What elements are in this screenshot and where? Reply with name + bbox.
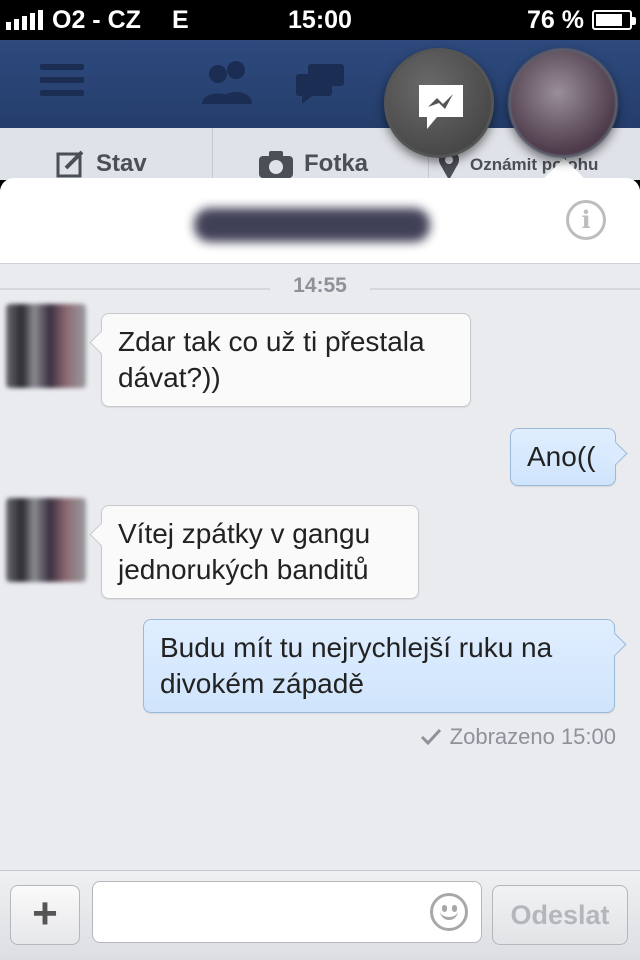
message-outgoing: Ano(( bbox=[510, 428, 616, 486]
messenger-chathead[interactable] bbox=[384, 48, 494, 158]
status-button[interactable]: Stav bbox=[56, 150, 147, 178]
add-attachment-button[interactable]: + bbox=[10, 885, 80, 945]
time-divider: 14:55 bbox=[0, 274, 640, 304]
chat-header: i bbox=[0, 178, 640, 264]
time-divider-label: 14:55 bbox=[277, 274, 363, 297]
info-icon[interactable]: i bbox=[566, 200, 606, 240]
battery-percentage: 76 % bbox=[527, 6, 584, 34]
messenger-bolt-icon bbox=[419, 85, 463, 129]
send-button[interactable]: Odeslat bbox=[492, 885, 628, 945]
menu-icon[interactable] bbox=[40, 64, 84, 100]
photo-button[interactable]: Fotka bbox=[258, 150, 368, 178]
contact-name bbox=[194, 208, 430, 242]
message-text: Vítej zpátky v gangu jednorukých banditů bbox=[118, 518, 371, 585]
message-incoming: Zdar tak co už ti přestala dávat?)) bbox=[101, 313, 471, 407]
message-outgoing: Budu mít tu nejrychlejší ruku na divokém… bbox=[143, 619, 615, 713]
contact-avatar[interactable] bbox=[6, 304, 86, 388]
status-bar: O2 - CZ E 15:00 76 % bbox=[0, 0, 640, 40]
chat-panel: i 14:55 Zdar tak co už ti přestala dávat… bbox=[0, 178, 640, 960]
message-composer: + Odeslat bbox=[0, 870, 640, 960]
message-text: Zdar tak co už ti přestala dávat?)) bbox=[118, 326, 425, 393]
contact-chathead[interactable] bbox=[508, 48, 618, 158]
message-input[interactable] bbox=[92, 881, 482, 943]
message-text: Budu mít tu nejrychlejší ruku na divokém… bbox=[160, 632, 553, 699]
message-incoming: Vítej zpátky v gangu jednorukých banditů bbox=[101, 505, 419, 599]
battery-icon bbox=[592, 10, 636, 30]
seen-label: Zobrazeno 15:00 bbox=[449, 724, 616, 749]
camera-icon bbox=[259, 151, 293, 178]
message-text: Ano(( bbox=[527, 441, 596, 472]
check-in-label: Oznámit polohu bbox=[470, 155, 599, 174]
checkmark-icon bbox=[420, 728, 441, 746]
seen-indicator: Zobrazeno 15:00 bbox=[420, 724, 616, 750]
smiley-icon[interactable] bbox=[430, 893, 468, 931]
messages-icon[interactable] bbox=[294, 62, 346, 104]
friend-requests-icon[interactable] bbox=[200, 58, 256, 104]
contact-avatar[interactable] bbox=[6, 498, 86, 582]
photo-label: Fotka bbox=[304, 150, 369, 177]
status-label: Stav bbox=[96, 150, 147, 177]
battery-fill bbox=[596, 14, 622, 26]
compose-icon bbox=[56, 150, 84, 178]
